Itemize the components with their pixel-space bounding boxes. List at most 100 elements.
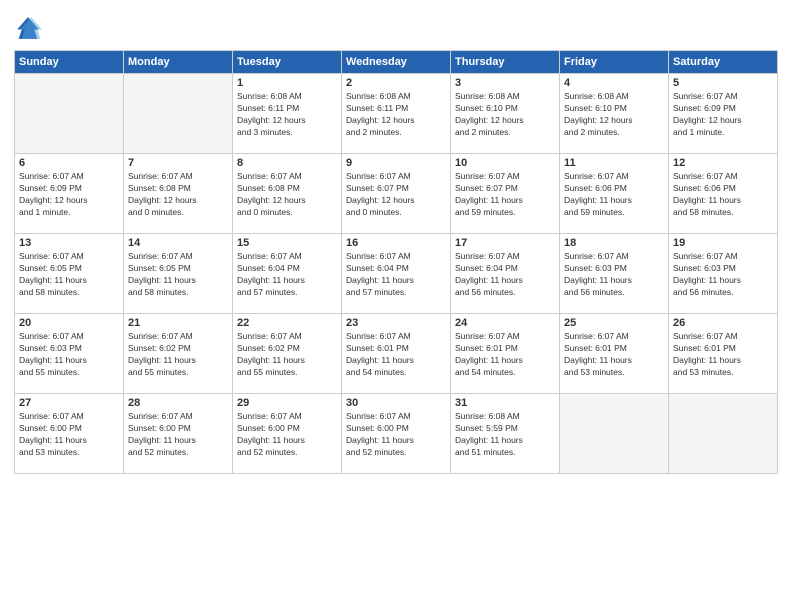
week-row-4: 20Sunrise: 6:07 AM Sunset: 6:03 PM Dayli… <box>15 314 778 394</box>
day-info: Sunrise: 6:07 AM Sunset: 6:02 PM Dayligh… <box>237 331 337 379</box>
day-number: 17 <box>455 237 555 249</box>
day-info: Sunrise: 6:07 AM Sunset: 6:01 PM Dayligh… <box>346 331 446 379</box>
day-info: Sunrise: 6:07 AM Sunset: 6:06 PM Dayligh… <box>564 171 664 219</box>
day-info: Sunrise: 6:07 AM Sunset: 6:05 PM Dayligh… <box>19 251 119 299</box>
header-cell-thursday: Thursday <box>451 51 560 74</box>
day-info: Sunrise: 6:07 AM Sunset: 6:08 PM Dayligh… <box>128 171 228 219</box>
logo <box>14 14 46 42</box>
day-cell: 2 Sunrise: 6:08 AM Sunset: 6:11 PM Daylig… <box>342 74 451 154</box>
day-cell: 21Sunrise: 6:07 AM Sunset: 6:02 PM Dayli… <box>124 314 233 394</box>
day-info: Sunrise: 6:07 AM Sunset: 6:08 PM Dayligh… <box>237 171 337 219</box>
day-cell: 3 Sunrise: 6:08 AM Sunset: 6:10 PM Daylig… <box>451 74 560 154</box>
day-info: Sunrise: 6:07 AM Sunset: 6:05 PM Dayligh… <box>128 251 228 299</box>
day-cell: 15 Sunrise: 6:07 AM Sunset: 6:04 PM Dayli… <box>233 234 342 314</box>
day-info: Sunrise: 6:08 AM Sunset: 5:59 PM Dayligh… <box>455 411 555 459</box>
day-number: 6 <box>19 157 119 169</box>
week-row-1: 1 Sunrise: 6:08 AM Sunset: 6:11 PM Daylig… <box>15 74 778 154</box>
day-number: 24 <box>455 317 555 329</box>
day-info: Sunrise: 6:08 AM Sunset: 6:11 PM Dayligh… <box>237 91 337 139</box>
day-info: Sunrise: 6:08 AM Sunset: 6:10 PM Dayligh… <box>564 91 664 139</box>
day-number: 11 <box>564 157 664 169</box>
day-number: 7 <box>128 157 228 169</box>
header-cell-sunday: Sunday <box>15 51 124 74</box>
day-number: 21 <box>128 317 228 329</box>
week-row-2: 6 Sunrise: 6:07 AM Sunset: 6:09 PM Daylig… <box>15 154 778 234</box>
day-number: 1 <box>237 77 337 89</box>
header-cell-monday: Monday <box>124 51 233 74</box>
day-info: Sunrise: 6:08 AM Sunset: 6:10 PM Dayligh… <box>455 91 555 139</box>
day-info: Sunrise: 6:07 AM Sunset: 6:07 PM Dayligh… <box>346 171 446 219</box>
day-cell: 9 Sunrise: 6:07 AM Sunset: 6:07 PM Daylig… <box>342 154 451 234</box>
day-cell: 8 Sunrise: 6:07 AM Sunset: 6:08 PM Daylig… <box>233 154 342 234</box>
day-cell: 24 Sunrise: 6:07 AM Sunset: 6:01 PM Dayli… <box>451 314 560 394</box>
week-row-5: 27 Sunrise: 6:07 AM Sunset: 6:00 PM Dayli… <box>15 394 778 474</box>
day-info: Sunrise: 6:07 AM Sunset: 6:09 PM Dayligh… <box>673 91 773 139</box>
day-cell: 27Sunrise: 6:07 AM Sunset: 6:00 PM Dayli… <box>15 394 124 474</box>
day-cell: 12Sunrise: 6:07 AM Sunset: 6:06 PM Dayli… <box>669 154 778 234</box>
day-cell: 6 Sunrise: 6:07 AM Sunset: 6:09 PM Daylig… <box>15 154 124 234</box>
day-cell: 14Sunrise: 6:07 AM Sunset: 6:05 PM Dayli… <box>124 234 233 314</box>
day-cell: 7 Sunrise: 6:07 AM Sunset: 6:08 PM Daylig… <box>124 154 233 234</box>
day-cell: 29Sunrise: 6:07 AM Sunset: 6:00 PM Dayli… <box>233 394 342 474</box>
day-cell: 30 Sunrise: 6:07 AM Sunset: 6:00 PM Dayli… <box>342 394 451 474</box>
day-cell: 4Sunrise: 6:08 AM Sunset: 6:10 PM Daylig… <box>560 74 669 154</box>
day-cell <box>669 394 778 474</box>
day-cell: 13 Sunrise: 6:07 AM Sunset: 6:05 PM Dayli… <box>15 234 124 314</box>
day-cell: 17 Sunrise: 6:07 AM Sunset: 6:04 PM Dayli… <box>451 234 560 314</box>
day-number: 9 <box>346 157 446 169</box>
day-number: 26 <box>673 317 773 329</box>
day-info: Sunrise: 6:07 AM Sunset: 6:06 PM Dayligh… <box>673 171 773 219</box>
header-cell-saturday: Saturday <box>669 51 778 74</box>
day-number: 13 <box>19 237 119 249</box>
day-info: Sunrise: 6:07 AM Sunset: 6:01 PM Dayligh… <box>673 331 773 379</box>
day-cell: 5 Sunrise: 6:07 AM Sunset: 6:09 PM Daylig… <box>669 74 778 154</box>
day-number: 10 <box>455 157 555 169</box>
day-number: 8 <box>237 157 337 169</box>
day-cell: 25 Sunrise: 6:07 AM Sunset: 6:01 PM Dayli… <box>560 314 669 394</box>
day-info: Sunrise: 6:07 AM Sunset: 6:01 PM Dayligh… <box>564 331 664 379</box>
day-number: 16 <box>346 237 446 249</box>
day-number: 5 <box>673 77 773 89</box>
day-cell: 16 Sunrise: 6:07 AM Sunset: 6:04 PM Dayli… <box>342 234 451 314</box>
day-number: 25 <box>564 317 664 329</box>
day-cell: 31 Sunrise: 6:08 AM Sunset: 5:59 PM Dayli… <box>451 394 560 474</box>
day-number: 19 <box>673 237 773 249</box>
header-cell-tuesday: Tuesday <box>233 51 342 74</box>
day-number: 29 <box>237 397 337 409</box>
day-number: 27 <box>19 397 119 409</box>
day-cell: 1 Sunrise: 6:08 AM Sunset: 6:11 PM Daylig… <box>233 74 342 154</box>
day-info: Sunrise: 6:07 AM Sunset: 6:04 PM Dayligh… <box>237 251 337 299</box>
day-cell <box>560 394 669 474</box>
day-info: Sunrise: 6:07 AM Sunset: 6:03 PM Dayligh… <box>673 251 773 299</box>
day-cell: 26 Sunrise: 6:07 AM Sunset: 6:01 PM Dayli… <box>669 314 778 394</box>
day-info: Sunrise: 6:07 AM Sunset: 6:07 PM Dayligh… <box>455 171 555 219</box>
day-cell <box>15 74 124 154</box>
day-cell: 11 Sunrise: 6:07 AM Sunset: 6:06 PM Dayli… <box>560 154 669 234</box>
day-number: 28 <box>128 397 228 409</box>
day-number: 23 <box>346 317 446 329</box>
day-number: 3 <box>455 77 555 89</box>
day-number: 31 <box>455 397 555 409</box>
day-number: 30 <box>346 397 446 409</box>
day-info: Sunrise: 6:08 AM Sunset: 6:11 PM Dayligh… <box>346 91 446 139</box>
day-info: Sunrise: 6:07 AM Sunset: 6:03 PM Dayligh… <box>564 251 664 299</box>
day-cell: 10 Sunrise: 6:07 AM Sunset: 6:07 PM Dayli… <box>451 154 560 234</box>
day-info: Sunrise: 6:07 AM Sunset: 6:09 PM Dayligh… <box>19 171 119 219</box>
week-row-3: 13 Sunrise: 6:07 AM Sunset: 6:05 PM Dayli… <box>15 234 778 314</box>
day-info: Sunrise: 6:07 AM Sunset: 6:00 PM Dayligh… <box>346 411 446 459</box>
day-info: Sunrise: 6:07 AM Sunset: 6:00 PM Dayligh… <box>128 411 228 459</box>
day-cell: 28 Sunrise: 6:07 AM Sunset: 6:00 PM Dayli… <box>124 394 233 474</box>
day-cell: 19 Sunrise: 6:07 AM Sunset: 6:03 PM Dayli… <box>669 234 778 314</box>
day-cell: 18Sunrise: 6:07 AM Sunset: 6:03 PM Dayli… <box>560 234 669 314</box>
logo-icon <box>14 14 42 42</box>
day-number: 2 <box>346 77 446 89</box>
header-cell-wednesday: Wednesday <box>342 51 451 74</box>
day-number: 15 <box>237 237 337 249</box>
day-cell <box>124 74 233 154</box>
day-cell: 20Sunrise: 6:07 AM Sunset: 6:03 PM Dayli… <box>15 314 124 394</box>
day-info: Sunrise: 6:07 AM Sunset: 6:01 PM Dayligh… <box>455 331 555 379</box>
day-info: Sunrise: 6:07 AM Sunset: 6:03 PM Dayligh… <box>19 331 119 379</box>
day-info: Sunrise: 6:07 AM Sunset: 6:04 PM Dayligh… <box>346 251 446 299</box>
day-info: Sunrise: 6:07 AM Sunset: 6:04 PM Dayligh… <box>455 251 555 299</box>
day-cell: 22Sunrise: 6:07 AM Sunset: 6:02 PM Dayli… <box>233 314 342 394</box>
